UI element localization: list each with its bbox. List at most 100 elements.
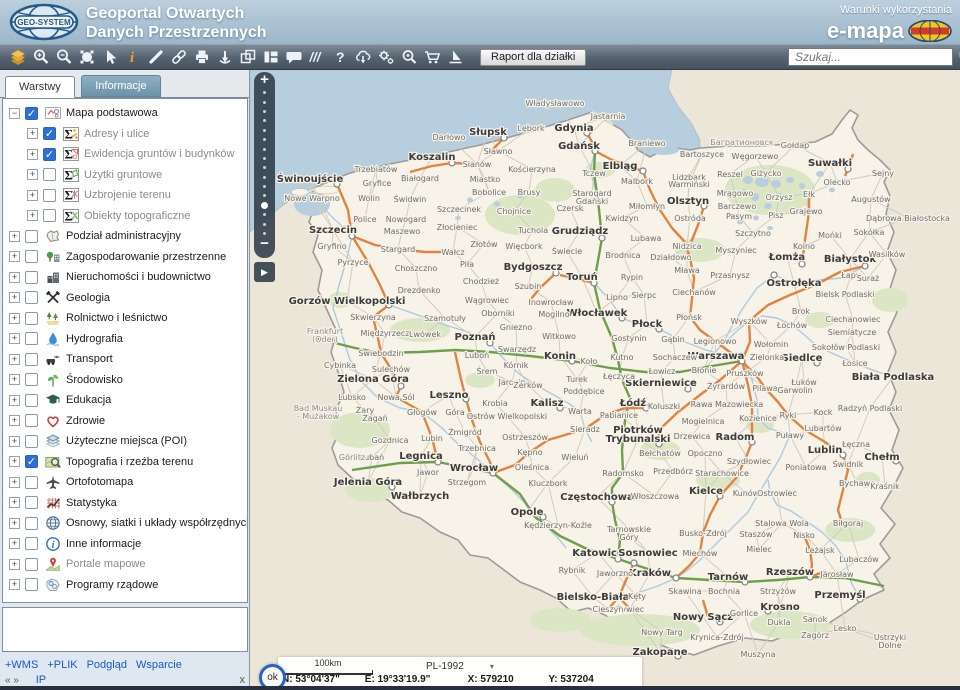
expand-icon[interactable]: + (27, 149, 38, 160)
layer-row-4[interactable]: +ΣUzbrojenie terenu (3, 185, 247, 206)
layer-row-1[interactable]: +✓ΣAdresy i ulice (3, 124, 247, 145)
layer-checkbox[interactable] (25, 578, 38, 591)
layer-row-9[interactable]: +Geologia (3, 288, 247, 309)
expand-icon[interactable]: + (27, 169, 38, 180)
zoom-level-dot[interactable] (254, 135, 275, 144)
zoom-level-dot[interactable] (254, 154, 275, 163)
popup-icon[interactable] (282, 47, 305, 67)
expand-icon[interactable]: + (9, 436, 20, 447)
layer-checkbox[interactable]: ✓ (25, 107, 38, 120)
layer-checkbox[interactable] (25, 496, 38, 509)
layer-checkbox[interactable] (25, 558, 38, 571)
layer-checkbox[interactable] (43, 168, 56, 181)
expand-icon[interactable]: + (27, 190, 38, 201)
layer-checkbox[interactable] (25, 353, 38, 366)
help-icon[interactable]: ? (328, 47, 351, 67)
copy-view-icon[interactable] (236, 47, 259, 67)
cart-icon[interactable] (420, 47, 443, 67)
layer-row-11[interactable]: +Hydrografia (3, 329, 247, 350)
layer-checkbox[interactable] (25, 414, 38, 427)
zoom-level-dot[interactable] (254, 173, 275, 182)
layer-row-2[interactable]: +✓ΣEwidencja gruntów i budynków (3, 144, 247, 165)
layer-checkbox[interactable] (43, 209, 56, 222)
expand-icon[interactable]: + (9, 374, 20, 385)
zoom-level-dot[interactable] (254, 97, 275, 106)
expand-icon[interactable]: + (9, 231, 20, 242)
zoom-level-dot[interactable] (254, 201, 275, 210)
search-plus-icon[interactable] (397, 47, 420, 67)
expand-icon[interactable]: + (9, 292, 20, 303)
layer-row-6[interactable]: +Podział administracyjny (3, 226, 247, 247)
collapse-panel-arrow-button[interactable]: ▶ (254, 262, 275, 282)
layer-checkbox[interactable]: ✓ (25, 455, 38, 468)
expand-icon[interactable]: + (27, 128, 38, 139)
crs-dropdown[interactable]: PL-1992▾ (426, 661, 494, 672)
footer-link-plik[interactable]: +PLIK (47, 659, 77, 671)
layer-checkbox[interactable] (25, 291, 38, 304)
layer-checkbox[interactable]: ✓ (43, 127, 56, 140)
zoom-level-dot[interactable] (254, 191, 275, 200)
zoom-level-dot[interactable] (254, 116, 275, 125)
layer-checkbox[interactable] (25, 394, 38, 407)
info-icon[interactable]: i (121, 47, 144, 67)
ip-link[interactable]: IP (36, 674, 46, 686)
tab-informacje[interactable]: Informacje (81, 75, 160, 97)
identify-icon[interactable] (213, 47, 236, 67)
layer-row-17[interactable]: +✓Topografia i rzeźba terenu (3, 452, 247, 473)
cloud-download-icon[interactable] (351, 47, 374, 67)
layer-checkbox[interactable] (25, 537, 38, 550)
layer-row-18[interactable]: +Ortofotomapa (3, 472, 247, 493)
layer-checkbox[interactable] (43, 189, 56, 202)
report-dla-dzialki-button[interactable]: Raport dla działki (480, 49, 586, 66)
close-sidebar-icon[interactable]: x (240, 674, 246, 686)
zoom-level-dot[interactable] (254, 163, 275, 172)
layer-checkbox[interactable] (25, 476, 38, 489)
measure-lines-icon[interactable]: /// (305, 47, 328, 67)
map-container[interactable]: ŚwinoujścieSzczecinKoszalinSłupskGdyniaG… (250, 70, 960, 690)
layer-checkbox[interactable] (25, 271, 38, 284)
expand-icon[interactable]: + (9, 579, 20, 590)
layer-checkbox[interactable] (25, 230, 38, 243)
footer-link-wms[interactable]: +WMS (5, 659, 38, 671)
expand-icon[interactable]: + (9, 251, 20, 262)
layer-row-21[interactable]: +iInne informacje (3, 534, 247, 555)
layer-row-3[interactable]: +ΣUżytki gruntowe (3, 165, 247, 186)
zoom-out-icon[interactable] (52, 47, 75, 67)
map-canvas[interactable]: ŚwinoujścieSzczecinKoszalinSłupskGdyniaG… (250, 70, 960, 690)
layer-row-20[interactable]: +Osnowy, siatki i układy współrzędnych (3, 513, 247, 534)
settings-icon[interactable] (374, 47, 397, 67)
expand-icon[interactable]: + (27, 210, 38, 221)
layer-row-14[interactable]: +Edukacja (3, 390, 247, 411)
zoom-level-dot[interactable] (254, 219, 275, 228)
expand-icon[interactable]: + (9, 497, 20, 508)
select-region-icon[interactable] (75, 47, 98, 67)
layer-checkbox[interactable] (25, 250, 38, 263)
collapse-icon[interactable]: − (9, 108, 20, 119)
link-icon[interactable] (167, 47, 190, 67)
layer-row-22[interactable]: +Portale mapowe (3, 554, 247, 575)
sail-warning-icon[interactable] (443, 47, 466, 67)
expand-icon[interactable]: + (9, 477, 20, 488)
layer-row-23[interactable]: +Programy rządowe (3, 575, 247, 596)
layer-row-13[interactable]: +Środowisko (3, 370, 247, 391)
zoom-level-dot[interactable] (254, 210, 275, 219)
search-box[interactable]: 🔍 (788, 48, 953, 66)
nav-next-icon[interactable]: » (13, 675, 19, 686)
footer-link-wsparcie[interactable]: Wsparcie (136, 659, 182, 671)
layer-checkbox[interactable] (25, 312, 38, 325)
layer-row-5[interactable]: +ΣObiekty topograficzne (3, 206, 247, 227)
layer-row-8[interactable]: +Nieruchomości i budownictwo (3, 267, 247, 288)
pointer-icon[interactable] (98, 47, 121, 67)
layer-checkbox[interactable]: ✓ (43, 148, 56, 161)
layer-row-0[interactable]: −✓Mapa podstawowa (3, 103, 247, 124)
zoom-level-dot[interactable] (254, 107, 275, 116)
layer-row-7[interactable]: +Zagospodarowanie przestrzenne (3, 247, 247, 268)
expand-icon[interactable]: + (9, 395, 20, 406)
expand-icon[interactable]: + (9, 313, 20, 324)
layer-row-19[interactable]: +Statystyka (3, 493, 247, 514)
zoom-out-button[interactable]: − (254, 238, 275, 252)
nav-prev-icon[interactable]: « (5, 675, 11, 686)
expand-icon[interactable]: + (9, 559, 20, 570)
zoom-in-icon[interactable] (29, 47, 52, 67)
expand-icon[interactable]: + (9, 272, 20, 283)
